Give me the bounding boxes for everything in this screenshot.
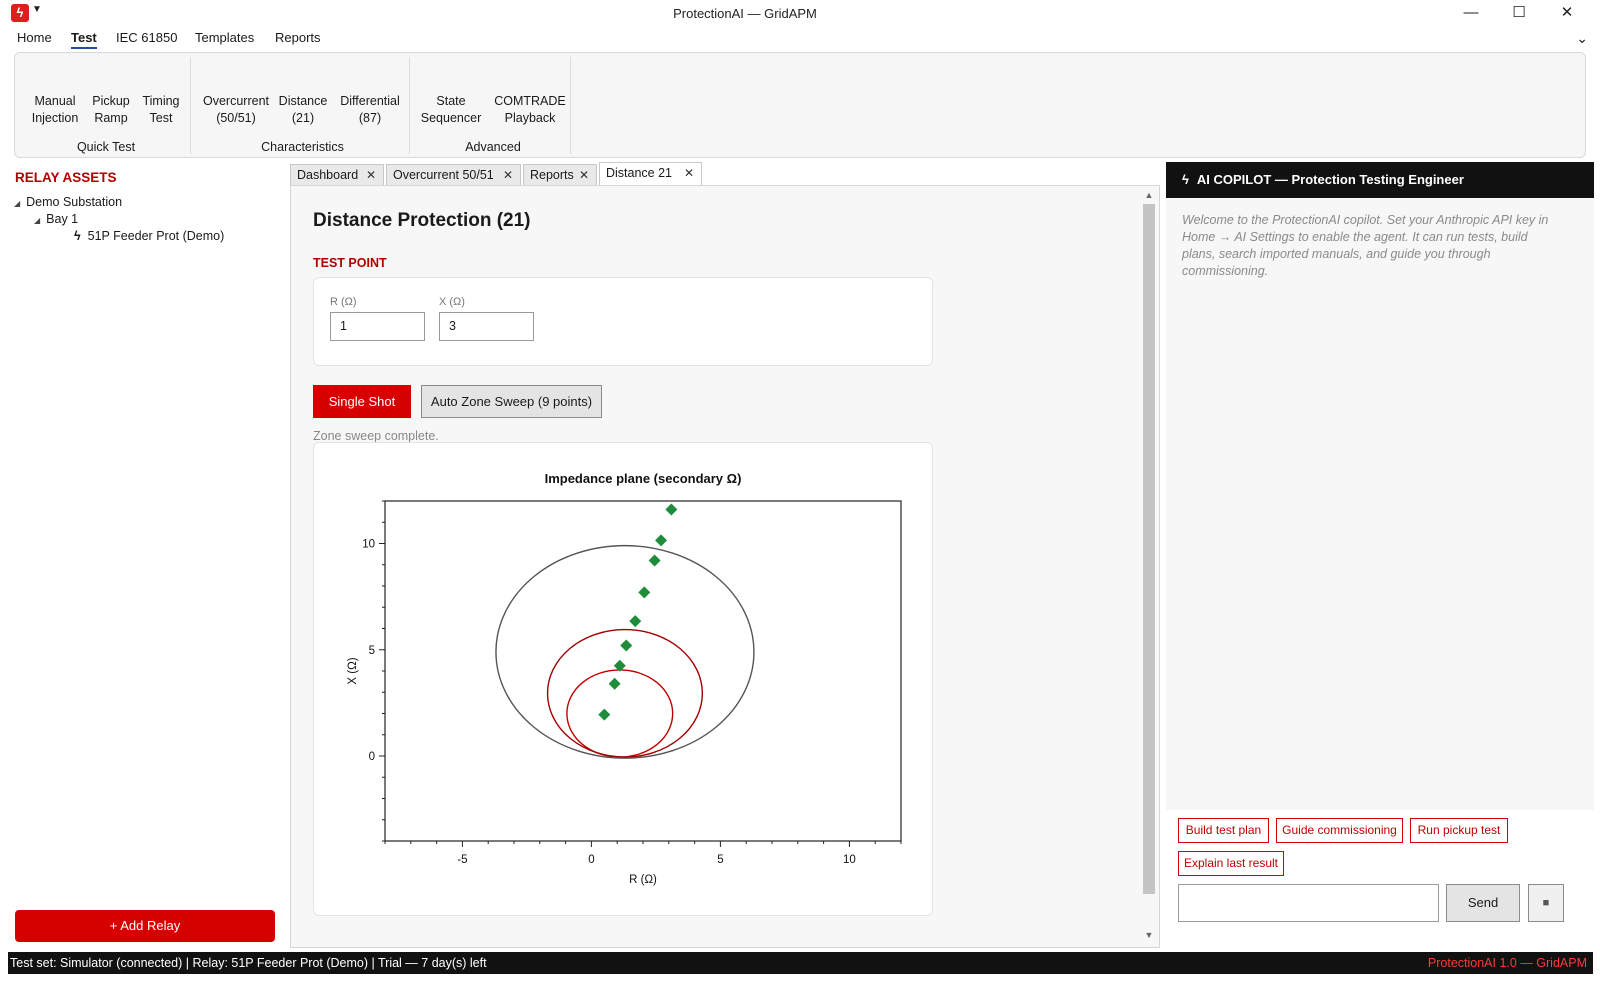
maximize-icon[interactable]: ☐ bbox=[1496, 0, 1542, 28]
x-input[interactable]: 3 bbox=[439, 312, 534, 341]
document-tabs: Dashboard ✕ Overcurrent 50/51 ✕ Reports ✕ D… bbox=[290, 162, 1160, 186]
title-bar: ϟ ▼ ProtectionAI — GridAPM — ☐ ✕ bbox=[0, 0, 1600, 28]
x-tick-label: -5 bbox=[457, 854, 467, 866]
tab-overcurrent[interactable]: Overcurrent 50/51 ✕ bbox=[386, 164, 521, 186]
chart-title: Impedance plane (secondary Ω) bbox=[545, 471, 742, 486]
suggestion-area: Build test plan Guide commissioning Run … bbox=[1166, 810, 1594, 948]
menu-bar: Home Test IEC 61850 Templates Reports ⌄ bbox=[0, 28, 1600, 52]
ribbon-divider bbox=[409, 57, 410, 154]
scrollbar-thumb[interactable] bbox=[1143, 204, 1155, 894]
overcurrent-button[interactable]: Overcurrent (50/51) bbox=[200, 93, 272, 127]
menu-tab-reports[interactable]: Reports bbox=[275, 30, 321, 45]
y-tick-label: 0 bbox=[369, 751, 375, 763]
tab-distance[interactable]: Distance 21 ✕ bbox=[599, 162, 702, 186]
menu-tab-iec61850[interactable]: IEC 61850 bbox=[116, 30, 177, 45]
ribbon-divider bbox=[190, 57, 191, 154]
test-point-card: R (Ω) 1 X (Ω) 3 bbox=[313, 277, 933, 366]
distance-page: Distance Protection (21) TEST POINT R (Ω… bbox=[290, 185, 1160, 948]
manual-injection-button[interactable]: Manual Injection bbox=[29, 93, 81, 127]
menu-tab-test[interactable]: Test bbox=[71, 30, 97, 49]
x-tick-label: 0 bbox=[588, 854, 594, 866]
send-button[interactable]: Send bbox=[1446, 884, 1520, 922]
comtrade-playback-button[interactable]: COMTRADE Playback bbox=[493, 93, 567, 127]
close-icon[interactable]: ✕ bbox=[1544, 0, 1590, 28]
chip-explain-last-result[interactable]: Explain last result bbox=[1178, 851, 1284, 876]
expand-arrow-icon[interactable]: ◢ bbox=[34, 216, 40, 225]
stop-icon: ■ bbox=[1542, 897, 1550, 909]
section-label-test-point: TEST POINT bbox=[313, 256, 387, 270]
chart-card: Impedance plane (secondary Ω) -5 0 5 10 0 5 10 R… bbox=[313, 442, 933, 916]
group-label-advanced: Advanced bbox=[465, 140, 521, 154]
status-bar: Test set: Simulator (connected) | Relay:… bbox=[8, 952, 1593, 974]
menu-tab-home[interactable]: Home bbox=[17, 30, 52, 45]
group-label-characteristics: Characteristics bbox=[261, 140, 344, 154]
version-text: ProtectionAI 1.0 — GridAPM bbox=[1427, 956, 1587, 970]
r-field-label: R (Ω) bbox=[330, 296, 357, 308]
ribbon-collapse-chevron-icon[interactable]: ⌄ bbox=[1576, 30, 1588, 47]
y-axis-label: X (Ω) bbox=[347, 657, 359, 684]
tree-item-substation[interactable]: ◢ Demo Substation bbox=[14, 195, 122, 209]
chat-input[interactable] bbox=[1178, 884, 1439, 922]
status-message: Zone sweep complete. bbox=[313, 429, 439, 443]
timing-test-button[interactable]: Timing Test bbox=[140, 93, 182, 127]
x-tick-label: 10 bbox=[843, 854, 856, 866]
copilot-title: AI COPILOT — Protection Testing Engineer bbox=[1196, 172, 1464, 187]
ribbon-divider bbox=[570, 57, 571, 154]
state-sequencer-button[interactable]: State Sequencer bbox=[419, 93, 483, 127]
bolt-icon: ϟ bbox=[74, 229, 81, 243]
ribbon: Manual Injection Pickup Ramp Timing Test… bbox=[14, 52, 1586, 158]
close-tab-icon[interactable]: ✕ bbox=[366, 165, 376, 185]
copilot-panel: ϟ AI COPILOT — Protection Testing Enginee… bbox=[1166, 162, 1594, 948]
x-tick-label: 5 bbox=[717, 854, 723, 866]
close-tab-icon[interactable]: ✕ bbox=[684, 163, 694, 183]
chip-guide-commissioning[interactable]: Guide commissioning bbox=[1276, 818, 1403, 843]
group-label-quick-test: Quick Test bbox=[76, 140, 136, 154]
copilot-welcome-message: Welcome to the ProtectionAI copilot. Set… bbox=[1182, 213, 1549, 278]
window-title: ProtectionAI — GridAPM bbox=[673, 6, 817, 21]
panel-title: RELAY ASSETS bbox=[15, 170, 117, 185]
status-text: Test set: Simulator (connected) | Relay:… bbox=[10, 956, 487, 970]
page-title: Distance Protection (21) bbox=[313, 210, 531, 231]
distance-button[interactable]: Distance (21) bbox=[277, 93, 329, 127]
y-tick-label: 10 bbox=[362, 539, 375, 551]
scroll-down-icon[interactable]: ▼ bbox=[1141, 930, 1157, 940]
differential-button[interactable]: Differential (87) bbox=[337, 93, 403, 127]
scroll-up-icon[interactable]: ▲ bbox=[1141, 190, 1157, 200]
x-axis-label: R (Ω) bbox=[629, 874, 657, 886]
x-field-label: X (Ω) bbox=[439, 296, 465, 308]
r-input[interactable]: 1 bbox=[330, 312, 425, 341]
minimize-icon[interactable]: — bbox=[1448, 0, 1494, 28]
tab-dashboard[interactable]: Dashboard ✕ bbox=[290, 164, 384, 186]
tree-item-relay[interactable]: ϟ 51P Feeder Prot (Demo) bbox=[74, 229, 224, 243]
menu-tab-templates[interactable]: Templates bbox=[195, 30, 254, 45]
add-relay-button[interactable]: + Add Relay bbox=[15, 910, 275, 942]
single-shot-button[interactable]: Single Shot bbox=[313, 385, 411, 418]
vertical-scrollbar[interactable]: ▲ ▼ bbox=[1141, 188, 1157, 945]
y-tick-label: 5 bbox=[369, 645, 375, 657]
auto-zone-sweep-button[interactable]: Auto Zone Sweep (9 points) bbox=[421, 385, 602, 418]
stop-button[interactable]: ■ bbox=[1528, 884, 1564, 922]
pickup-ramp-button[interactable]: Pickup Ramp bbox=[90, 93, 132, 127]
close-tab-icon[interactable]: ✕ bbox=[503, 165, 513, 185]
expand-arrow-icon[interactable]: ◢ bbox=[14, 199, 20, 208]
impedance-chart: Impedance plane (secondary Ω) -5 0 5 10 0 5 10 R… bbox=[347, 471, 902, 886]
relay-assets-panel: RELAY ASSETS ◢ Demo Substation ◢ Bay 1 ϟ 51… bbox=[8, 162, 284, 948]
copilot-header: ϟ AI COPILOT — Protection Testing Enginee… bbox=[1166, 162, 1594, 198]
chip-run-pickup-test[interactable]: Run pickup test bbox=[1410, 818, 1508, 843]
bolt-icon: ϟ bbox=[1182, 172, 1189, 187]
close-tab-icon[interactable]: ✕ bbox=[579, 165, 589, 185]
plot-area bbox=[384, 500, 902, 842]
tree-item-bay[interactable]: ◢ Bay 1 bbox=[34, 212, 78, 226]
tab-reports[interactable]: Reports ✕ bbox=[523, 164, 597, 186]
chip-build-test-plan[interactable]: Build test plan bbox=[1178, 818, 1269, 843]
